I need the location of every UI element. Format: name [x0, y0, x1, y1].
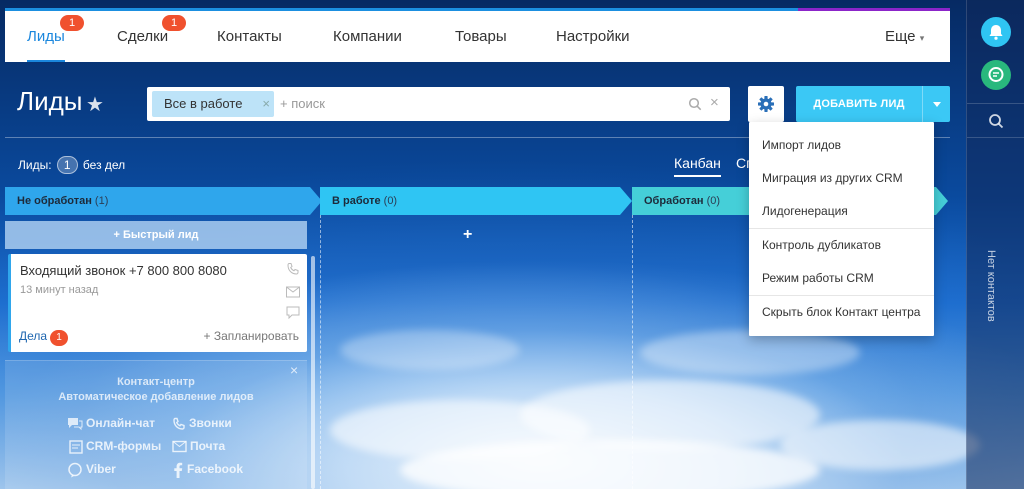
- mail-icon: [172, 441, 187, 453]
- tab-products-label: Товары: [455, 28, 507, 45]
- settings-button[interactable]: [748, 86, 784, 122]
- cc-calls[interactable]: Звонки: [172, 416, 232, 431]
- cc-viber-label: Viber: [86, 462, 116, 477]
- cc-crm-forms[interactable]: CRM-формы: [69, 439, 161, 454]
- add-lead-button[interactable]: ДОБАВИТЬ ЛИД: [796, 86, 922, 122]
- cc-facebook-label: Facebook: [187, 462, 244, 477]
- view-tab-kanban[interactable]: Канбан: [674, 155, 721, 177]
- gear-icon: [758, 96, 774, 112]
- column-header-in-progress[interactable]: В работе (0): [320, 187, 632, 215]
- star-icon[interactable]: ★: [86, 92, 104, 117]
- contact-center-title: Контакт-центр Автоматическое добавление …: [5, 375, 307, 405]
- column-count: (1): [94, 195, 109, 207]
- deals-badge: 1: [162, 15, 186, 31]
- rightbar-divider: [967, 103, 1024, 104]
- column-count: (0): [383, 195, 398, 207]
- no-contacts-label: Нет контактов: [985, 250, 997, 322]
- cc-online-chat[interactable]: Онлайн-чат: [67, 416, 155, 431]
- lead-card-time: 13 минут назад: [20, 284, 99, 296]
- leads-badge: 1: [60, 15, 84, 31]
- menu-item-crm-mode[interactable]: Режим работы CRM: [749, 262, 934, 294]
- clear-search-icon[interactable]: ×: [710, 94, 719, 111]
- magnifier-icon[interactable]: [688, 97, 702, 116]
- tab-settings[interactable]: Настройки: [556, 11, 630, 62]
- tab-contacts[interactable]: Контакты: [217, 11, 282, 62]
- cc-facebook[interactable]: Facebook: [172, 462, 243, 478]
- deals-count-badge: 1: [50, 330, 69, 346]
- chat-icon: [68, 417, 83, 431]
- deals-link[interactable]: Дела 1: [19, 329, 69, 346]
- cc-crm-forms-label: CRM-формы: [86, 439, 162, 453]
- tab-companies-label: Компании: [333, 28, 402, 45]
- cc-online-chat-label: Онлайн-чат: [86, 416, 156, 430]
- menu-item-import-leads[interactable]: Импорт лидов: [749, 129, 934, 161]
- column-scrollbar[interactable]: [311, 256, 315, 489]
- menu-item-migration[interactable]: Миграция из других CRM: [749, 162, 934, 194]
- top-navigation: Лиды 1 Сделки 1 Контакты Компании Товары…: [5, 8, 950, 62]
- tab-more[interactable]: Еще ▾: [885, 11, 924, 62]
- cc-viber[interactable]: Viber: [67, 462, 116, 478]
- lead-card[interactable]: Входящий звонок +7 800 800 8080 13 минут…: [8, 254, 307, 352]
- search-bar[interactable]: Все в работе × + поиск: [147, 87, 730, 121]
- phone-icon: [173, 417, 185, 430]
- leads-summary: Лиды: 1 без дел: [18, 156, 125, 174]
- settings-dropdown-menu: Импорт лидов Миграция из других CRM Лидо…: [749, 122, 934, 336]
- tab-contacts-label: Контакты: [217, 28, 282, 45]
- mail-icon[interactable]: [286, 285, 300, 303]
- rightbar-divider: [967, 137, 1024, 138]
- leads-summary-suffix: без дел: [82, 158, 126, 172]
- tab-settings-label: Настройки: [556, 28, 630, 45]
- deals-label: Дела: [19, 329, 48, 343]
- tab-leads[interactable]: Лиды: [27, 11, 65, 62]
- schedule-link[interactable]: + Запланировать: [203, 329, 299, 343]
- quick-lead-button[interactable]: + Быстрый лид: [5, 221, 307, 249]
- tab-companies[interactable]: Компании: [333, 11, 402, 62]
- phone-icon[interactable]: [286, 262, 300, 281]
- tab-deals-label: Сделки: [117, 28, 169, 45]
- tab-more-label: Еще: [885, 28, 916, 45]
- tab-leads-label: Лиды: [27, 28, 65, 45]
- contact-center-subheading: Автоматическое добавление лидов: [58, 391, 254, 403]
- contact-center-heading: Контакт-центр: [117, 376, 195, 388]
- column-header-new[interactable]: Не обработан (1): [5, 187, 322, 215]
- chip-close-icon[interactable]: ×: [262, 91, 270, 117]
- tab-deals[interactable]: Сделки: [117, 11, 168, 62]
- filter-chip-label: Все в работе: [164, 96, 243, 111]
- view-tab-kanban-label: Канбан: [674, 155, 721, 171]
- page-title: Лиды: [17, 86, 83, 116]
- cc-calls-label: Звонки: [189, 416, 232, 430]
- lead-card-title[interactable]: Входящий звонок +7 800 800 8080: [20, 263, 227, 278]
- column-count: (0): [706, 195, 721, 207]
- form-icon: [69, 440, 83, 454]
- viber-icon: [68, 462, 82, 478]
- leads-summary-label: Лиды:: [18, 158, 52, 172]
- column-title: Обработан: [644, 195, 704, 207]
- chevron-down-icon: ▾: [919, 33, 925, 43]
- right-sidebar: [966, 0, 1024, 489]
- tab-products[interactable]: Товары: [455, 11, 507, 62]
- cc-mail-label: Почта: [190, 439, 226, 453]
- menu-item-duplicate-control[interactable]: Контроль дубликатов: [749, 229, 934, 261]
- nav-accent-strip: [798, 8, 950, 11]
- menu-item-lead-generation[interactable]: Лидогенерация: [749, 195, 934, 227]
- menu-item-hide-contact-center[interactable]: Скрыть блок Контакт центра: [749, 296, 934, 328]
- search-icon[interactable]: [981, 106, 1011, 136]
- column-title: Не обработан: [17, 195, 92, 207]
- bell-icon[interactable]: [981, 17, 1011, 47]
- cc-mail[interactable]: Почта: [172, 439, 225, 453]
- add-card-plus-icon[interactable]: +: [463, 226, 472, 244]
- column-divider: [632, 215, 633, 489]
- column-divider: [320, 215, 321, 489]
- facebook-icon: [174, 462, 183, 478]
- comment-icon[interactable]: [286, 306, 300, 324]
- add-lead-dropdown-button[interactable]: [922, 86, 950, 122]
- search-input[interactable]: + поиск: [280, 96, 325, 111]
- chat-bubble-icon[interactable]: [981, 60, 1011, 90]
- leads-count-pill[interactable]: 1: [56, 156, 78, 174]
- filter-chip[interactable]: Все в работе ×: [152, 91, 274, 117]
- column-title: В работе: [332, 195, 381, 207]
